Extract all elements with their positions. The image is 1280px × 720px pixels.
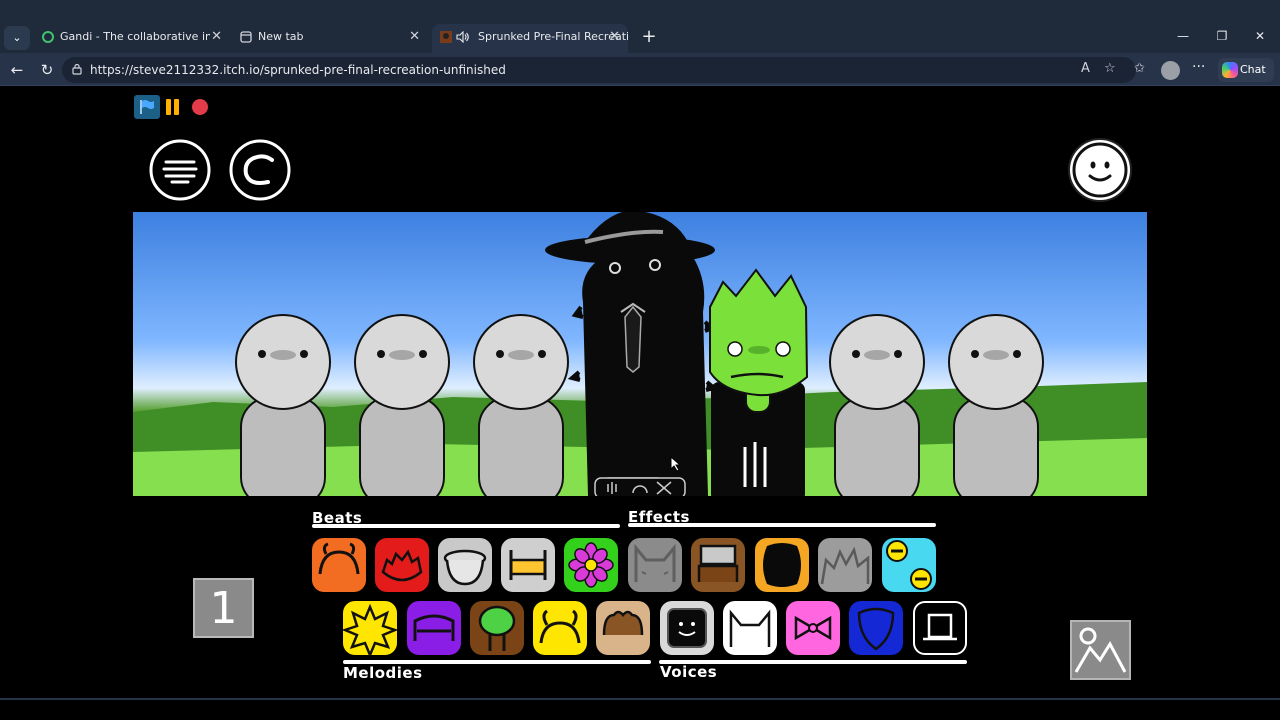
pot-icon [443, 549, 487, 586]
page-counter[interactable]: 1 [193, 578, 254, 638]
close-tab-icon[interactable]: ✕ [609, 24, 620, 50]
star-burst-icon [343, 603, 397, 655]
character-mixer-controls[interactable] [594, 477, 686, 496]
close-tab-icon[interactable]: ✕ [211, 24, 222, 50]
hat-voice-button[interactable] [913, 601, 967, 655]
minus-effect-button[interactable] [882, 538, 936, 592]
grey-character-2[interactable] [354, 314, 450, 496]
purple-melody-button[interactable] [407, 601, 461, 655]
reload-icon[interactable]: ↻ [36, 59, 58, 81]
pause-button[interactable] [166, 99, 180, 115]
red-spiky-icon [381, 549, 423, 582]
white-cat-voice-button[interactable] [723, 601, 777, 655]
green-tree-icon [478, 605, 516, 651]
brown-hair-icon [602, 610, 644, 636]
tab-gandi[interactable]: Gandi - The collaborative in-brow ✕ [34, 24, 230, 53]
audio-playing-icon[interactable] [456, 31, 469, 43]
mouse-cursor-icon [670, 456, 682, 472]
gallery-button[interactable] [1070, 620, 1131, 680]
white-cat-icon [729, 609, 771, 647]
credits-button[interactable] [228, 138, 292, 202]
copilot-icon [1222, 62, 1238, 78]
effects-underline [628, 523, 936, 527]
restore-button[interactable]: ❐ [1202, 26, 1242, 46]
stage-scene [133, 212, 1147, 496]
tab-title: New tab [258, 30, 304, 43]
cat-effect-button[interactable] [628, 538, 682, 592]
more-options-icon[interactable]: ··· [1192, 59, 1205, 75]
orange-beat-button[interactable] [312, 538, 366, 592]
new-tab-button[interactable]: + [638, 26, 660, 48]
url-text: https://steve2112332.itch.io/sprunked-pr… [90, 63, 506, 77]
yellow-antenna-icon [539, 609, 581, 644]
gandi-favicon-icon [42, 31, 54, 43]
grey-character-5[interactable] [948, 314, 1044, 496]
tab-sprunked[interactable]: Sprunked Pre-Final Recreation ✕ [432, 24, 628, 53]
copilot-chat-button[interactable]: Chat [1218, 58, 1274, 82]
minus-circles-icon [886, 540, 932, 590]
flower-icon [568, 542, 614, 588]
read-aloud-icon[interactable]: A [1081, 61, 1090, 76]
bottom-border [0, 698, 1280, 720]
red-beat-button[interactable] [375, 538, 429, 592]
bow-icon [794, 615, 832, 641]
purple-bed-icon [413, 614, 455, 641]
menu-button[interactable] [148, 138, 212, 202]
tab-title: Sprunked Pre-Final Recreation [478, 30, 628, 43]
chat-label: Chat [1240, 63, 1266, 76]
sprunked-favicon-icon [440, 31, 452, 43]
tree-melody-button[interactable] [470, 601, 524, 655]
hair-melody-button[interactable] [596, 601, 650, 655]
character-select-button[interactable] [1066, 136, 1134, 204]
orange-antenna-icon [318, 542, 360, 575]
voices-label: Voices [660, 663, 718, 681]
spiky-effect-button[interactable] [818, 538, 872, 592]
gold-bed-icon [509, 550, 547, 580]
tab-new-tab[interactable]: New tab ✕ [232, 24, 428, 53]
grey-pot-beat-button[interactable] [438, 538, 492, 592]
blue-drop-voice-button[interactable] [849, 601, 903, 655]
grey-character-3[interactable] [473, 314, 569, 496]
new-tab-page-icon [240, 31, 252, 43]
close-tab-icon[interactable]: ✕ [409, 24, 420, 50]
grey-character-1[interactable] [235, 314, 331, 496]
grey-character-4[interactable] [829, 314, 925, 496]
melodies-label: Melodies [343, 664, 423, 682]
flag-icon [140, 100, 154, 114]
black-blob-icon [763, 543, 801, 587]
performance-stage [133, 212, 1147, 496]
flower-beat-button[interactable] [564, 538, 618, 592]
gold-bed-beat-button[interactable] [501, 538, 555, 592]
favorite-star-icon[interactable]: ☆ [1104, 61, 1116, 76]
brown-box-effect-button[interactable] [691, 538, 745, 592]
profile-avatar[interactable] [1161, 61, 1180, 80]
top-hat-icon [923, 613, 957, 641]
browser-tab-bar: ⌄ Gandi - The collaborative in-brow ✕ Ne… [0, 0, 1280, 53]
close-window-button[interactable]: ✕ [1240, 26, 1280, 46]
beats-underline [312, 524, 620, 528]
minimize-button[interactable]: — [1163, 26, 1203, 46]
address-bar-row: ← ↻ https://steve2112332.itch.io/sprunke… [0, 53, 1280, 86]
stop-button[interactable] [192, 99, 208, 115]
tv-voice-button[interactable] [660, 601, 714, 655]
green-flag-button[interactable] [134, 95, 160, 119]
favorites-list-icon[interactable]: ✩ [1134, 61, 1145, 76]
brown-box-icon [697, 544, 739, 582]
antenna-melody-button[interactable] [533, 601, 587, 655]
black-blob-effect-button[interactable] [755, 538, 809, 592]
url-input[interactable]: https://steve2112332.itch.io/sprunked-pr… [62, 57, 1136, 83]
tab-title: Gandi - The collaborative in-brow [60, 30, 210, 43]
blue-drop-icon [857, 607, 895, 651]
site-info-icon[interactable] [72, 64, 82, 75]
bow-voice-button[interactable] [786, 601, 840, 655]
grey-spiky-icon [820, 546, 870, 585]
star-melody-button[interactable] [343, 601, 397, 655]
grey-cat-icon [634, 543, 676, 582]
tv-smile-icon [667, 608, 707, 648]
gallery-image-icon [1074, 627, 1127, 673]
back-arrow-icon[interactable]: ← [6, 59, 28, 81]
tab-actions-menu[interactable]: ⌄ [4, 26, 30, 50]
green-character[interactable] [709, 268, 809, 496]
